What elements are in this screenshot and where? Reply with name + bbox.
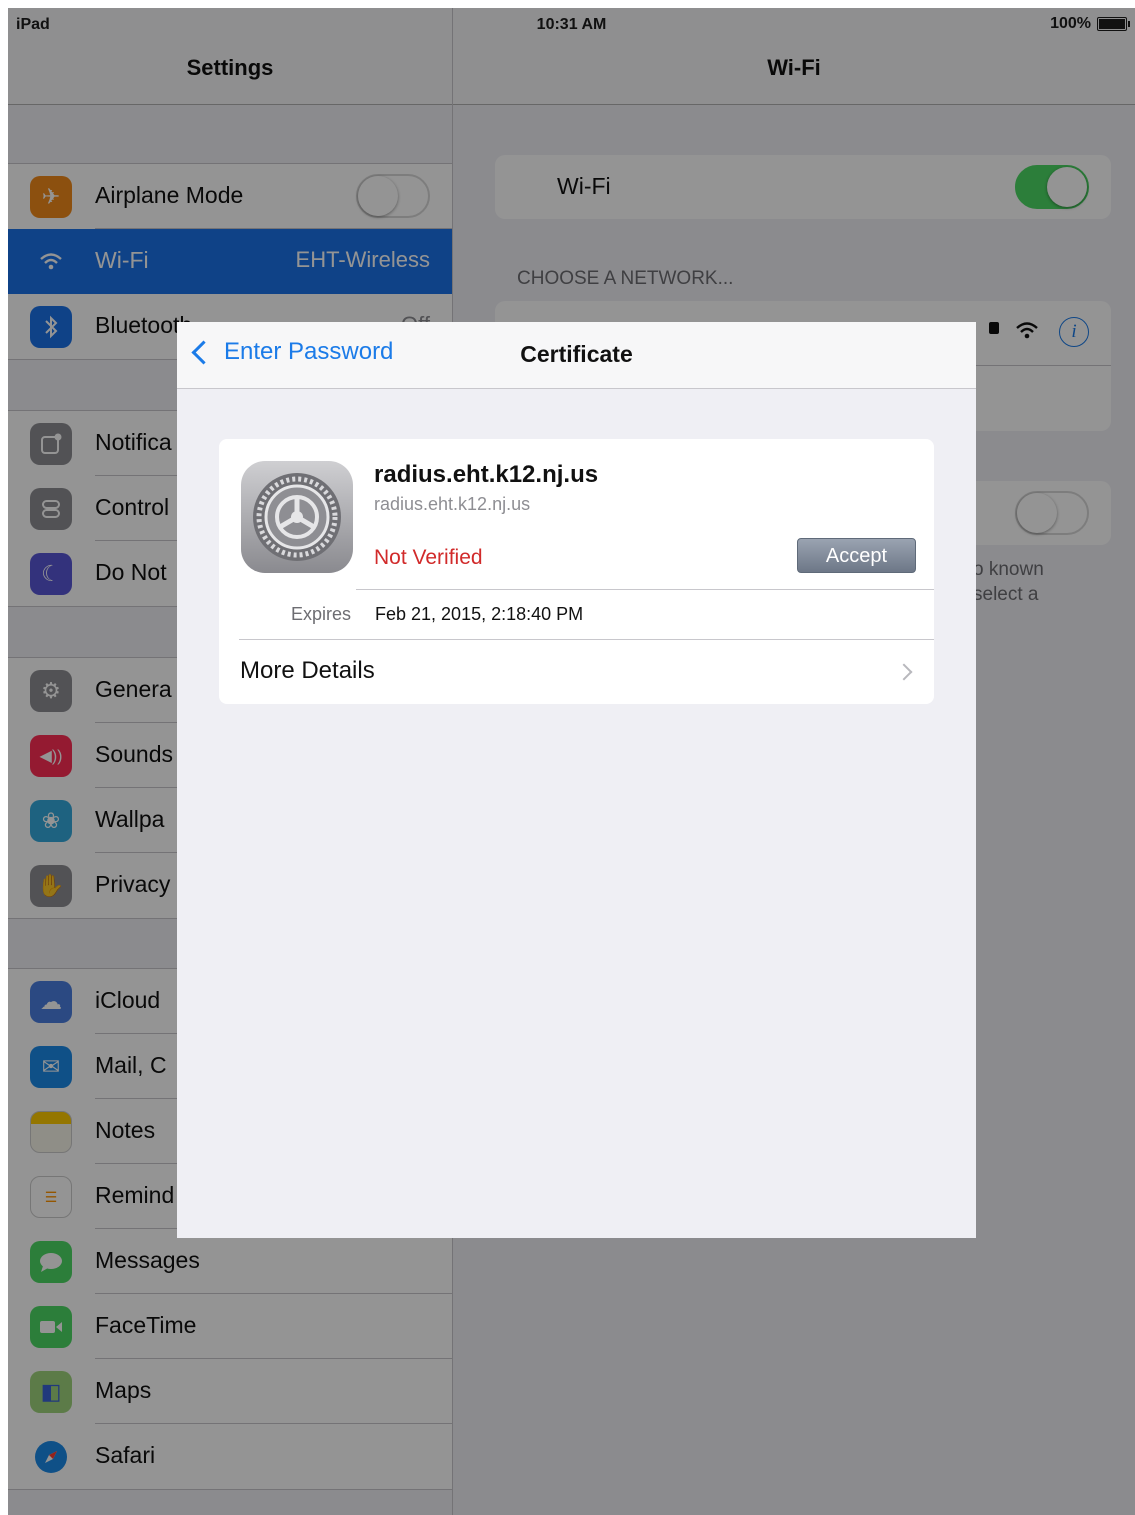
- certificate-card: radius.eht.k12.nj.us radius.eht.k12.nj.u…: [219, 439, 934, 704]
- modal-title: Certificate: [520, 341, 633, 367]
- expires-label: Expires: [291, 604, 352, 624]
- accept-button[interactable]: Accept: [797, 538, 916, 573]
- status-time: 10:31 AM: [536, 16, 607, 33]
- battery-indicator: 100%: [1050, 15, 1130, 33]
- battery-icon: [1097, 17, 1130, 31]
- divider: [356, 589, 934, 590]
- more-details-row[interactable]: More Details: [219, 640, 934, 704]
- settings-gear-icon: [241, 461, 353, 573]
- certificate-name: radius.eht.k12.nj.us: [374, 461, 599, 488]
- verification-status: Not Verified: [374, 546, 483, 569]
- battery-percent: 100%: [1050, 15, 1091, 32]
- more-details-label: More Details: [240, 657, 375, 684]
- certificate-modal: Enter Password Certificate radius.eht.k1…: [177, 322, 976, 1238]
- certificate-issuer: radius.eht.k12.nj.us: [374, 494, 531, 514]
- modal-navbar: Enter Password Certificate: [177, 322, 976, 389]
- status-bar: iPad 10:31 AM 100%: [8, 8, 1135, 42]
- chevron-right-icon: [895, 663, 913, 681]
- expires-value: Feb 21, 2015, 2:18:40 PM: [375, 604, 584, 624]
